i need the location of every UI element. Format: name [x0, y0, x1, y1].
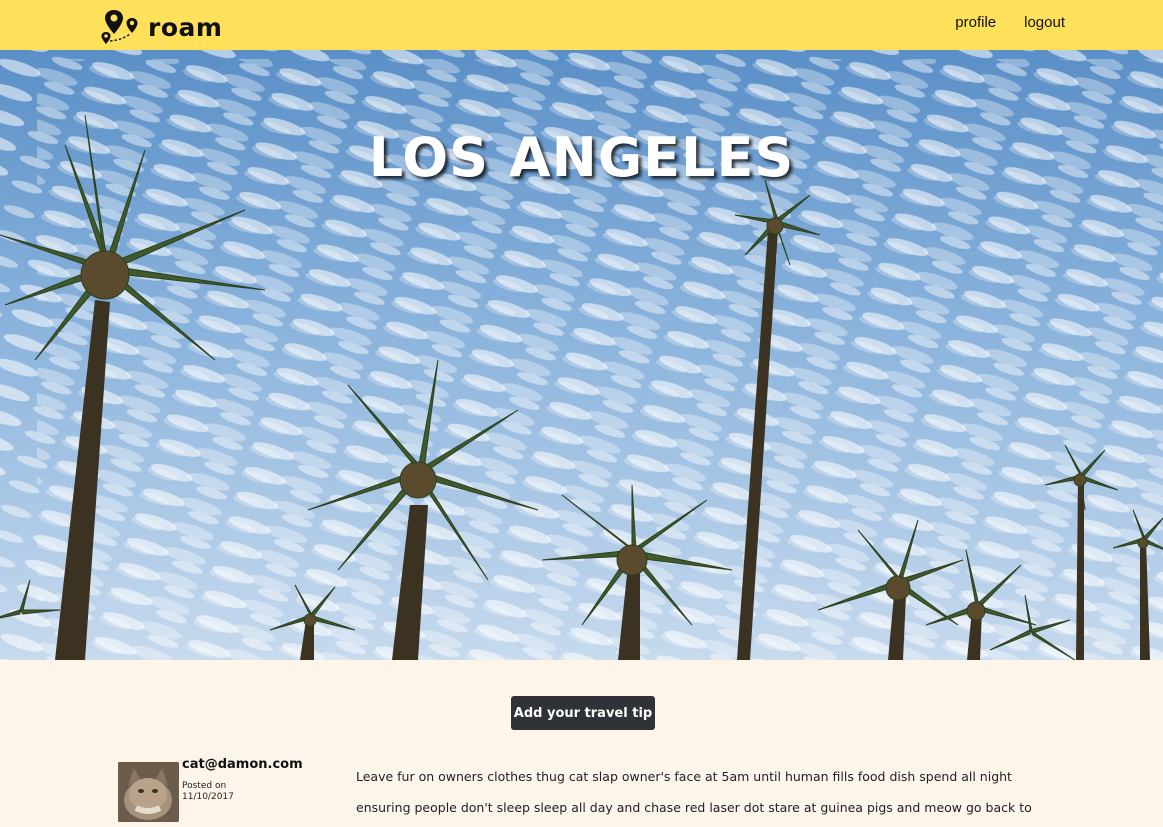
cat-avatar [118, 762, 179, 822]
nav-link-profile[interactable]: profile [955, 14, 996, 31]
nav-links: profile logout [955, 14, 1065, 31]
posted-date: 11/10/2017 [182, 792, 234, 802]
brand-name: roam [148, 12, 223, 42]
cat-face-icon [118, 762, 179, 822]
posted-on-label: Posted on [182, 781, 227, 791]
map-route-pins-icon [101, 10, 138, 44]
post-author: cat@damon.com [182, 757, 303, 772]
add-travel-tip-button[interactable]: Add your travel tip [511, 696, 655, 730]
city-title: LOS ANGELES [368, 126, 795, 189]
travel-tip-post: cat@damon.com Posted on 11/10/2017 Leave… [118, 757, 1063, 827]
top-navbar: roam profile logout [0, 0, 1163, 50]
nav-link-logout[interactable]: logout [1024, 14, 1065, 31]
brand-logo-link[interactable]: roam [100, 8, 222, 46]
post-body-text: Leave fur on owners clothes thug cat sla… [356, 769, 1032, 815]
hero-banner: LOS ANGELES [0, 50, 1163, 660]
